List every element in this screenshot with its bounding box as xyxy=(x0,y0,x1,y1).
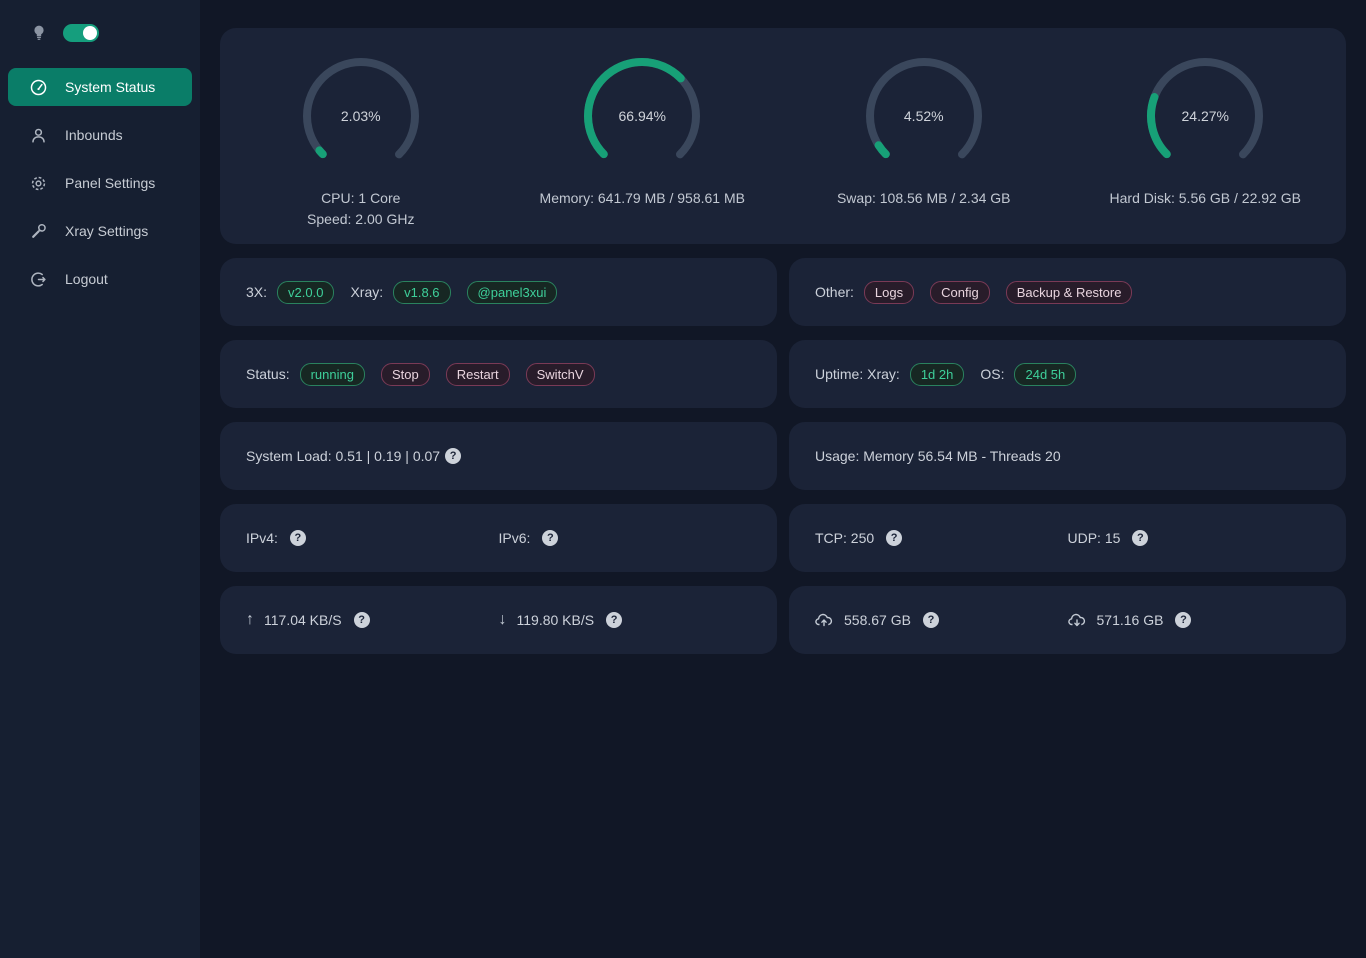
sidebar-item-label: Logout xyxy=(65,271,108,287)
gauge-swap: 4.52% Swap: 108.56 MB / 2.34 GB xyxy=(783,56,1065,209)
sidebar-item-panel-settings[interactable]: Panel Settings xyxy=(8,164,192,202)
sidebar-item-label: Panel Settings xyxy=(65,175,155,191)
gauge-percent: 24.27% xyxy=(1145,56,1265,176)
dark-mode-toggle[interactable] xyxy=(63,24,99,42)
sidebar-item-xray-settings[interactable]: Xray Settings xyxy=(8,212,192,250)
download-total-text: 571.16 GB xyxy=(1097,612,1164,628)
sidebar-item-inbounds[interactable]: Inbounds xyxy=(8,116,192,154)
help-icon[interactable]: ? xyxy=(542,530,558,546)
connections-card: TCP: 250 ? UDP: 15 ? xyxy=(789,504,1346,572)
stop-button[interactable]: Stop xyxy=(381,363,430,386)
bulb-icon xyxy=(31,24,47,42)
help-icon[interactable]: ? xyxy=(354,612,370,628)
main-content: 2.03% CPU: 1 CoreSpeed: 2.00 GHz 66.94% … xyxy=(200,0,1366,958)
help-icon[interactable]: ? xyxy=(886,530,902,546)
3x-version-tag[interactable]: v2.0.0 xyxy=(277,281,334,304)
switch-version-button[interactable]: SwitchV xyxy=(526,363,595,386)
xray-status-card: Status: running Stop Restart SwitchV xyxy=(220,340,777,408)
gauge-label: Swap: 108.56 MB / 2.34 GB xyxy=(837,188,1011,209)
other-label: Other: xyxy=(815,284,854,300)
udp-count-text: UDP: 15 xyxy=(1068,530,1121,546)
gauge-label: Memory: 641.79 MB / 958.61 MB xyxy=(540,188,745,209)
upload-arrow-icon: ↑ xyxy=(246,611,254,629)
help-icon[interactable]: ? xyxy=(290,530,306,546)
sidebar-item-label: Xray Settings xyxy=(65,223,148,239)
dashboard-icon xyxy=(30,79,47,96)
restart-button[interactable]: Restart xyxy=(446,363,510,386)
backup-restore-tag[interactable]: Backup & Restore xyxy=(1006,281,1133,304)
help-icon[interactable]: ? xyxy=(445,448,461,464)
logout-icon xyxy=(30,271,47,288)
system-load-text: System Load: 0.51 | 0.19 | 0.07 xyxy=(246,448,440,464)
ipv4-label: IPv4: xyxy=(246,530,278,546)
uptime-os-badge: 24d 5h xyxy=(1014,363,1076,386)
uptime-xray-badge: 1d 2h xyxy=(910,363,965,386)
toggle-knob xyxy=(83,26,97,40)
usage-text: Usage: Memory 56.54 MB - Threads 20 xyxy=(815,448,1061,464)
system-load-card: System Load: 0.51 | 0.19 | 0.07 ? xyxy=(220,422,777,490)
other-card: Other: Logs Config Backup & Restore xyxy=(789,258,1346,326)
upload-speed-text: 117.04 KB/S xyxy=(264,612,342,628)
xray-version-tag[interactable]: v1.8.6 xyxy=(393,281,450,304)
user-icon xyxy=(30,127,47,144)
speed-card: ↑ 117.04 KB/S ? ↓ 119.80 KB/S ? xyxy=(220,586,777,654)
help-icon[interactable]: ? xyxy=(1132,530,1148,546)
uptime-xray-label: Uptime: Xray: xyxy=(815,366,900,382)
help-icon[interactable]: ? xyxy=(1175,612,1191,628)
sidebar-item-system-status[interactable]: System Status xyxy=(8,68,192,106)
status-label: Status: xyxy=(246,366,290,382)
help-icon[interactable]: ? xyxy=(606,612,622,628)
cloud-download-icon xyxy=(1068,612,1086,628)
download-arrow-icon: ↓ xyxy=(499,611,507,629)
3x-label: 3X: xyxy=(246,284,267,300)
ip-card: IPv4: ? IPv6: ? xyxy=(220,504,777,572)
sidebar-item-label: System Status xyxy=(65,79,155,95)
gauge-percent: 2.03% xyxy=(301,56,421,176)
gauge-memory: 66.94% Memory: 641.79 MB / 958.61 MB xyxy=(502,56,784,209)
version-card: 3X: v2.0.0 Xray: v1.8.6 @panel3xui xyxy=(220,258,777,326)
gear-icon xyxy=(30,175,47,192)
uptime-card: Uptime: Xray: 1d 2h OS: 24d 5h xyxy=(789,340,1346,408)
gauge-label: CPU: 1 CoreSpeed: 2.00 GHz xyxy=(307,188,414,230)
usage-card: Usage: Memory 56.54 MB - Threads 20 xyxy=(789,422,1346,490)
sidebar-item-logout[interactable]: Logout xyxy=(8,260,192,298)
cloud-upload-icon xyxy=(815,612,833,628)
sidebar-item-label: Inbounds xyxy=(65,127,123,143)
sidebar-menu: System Status Inbounds Panel Settings xyxy=(0,68,200,298)
telegram-tag[interactable]: @panel3xui xyxy=(467,281,558,304)
help-icon[interactable]: ? xyxy=(923,612,939,628)
upload-total-text: 558.67 GB xyxy=(844,612,911,628)
logs-tag[interactable]: Logs xyxy=(864,281,914,304)
config-tag[interactable]: Config xyxy=(930,281,990,304)
gauge-percent: 4.52% xyxy=(864,56,984,176)
uptime-os-label: OS: xyxy=(980,366,1004,382)
sidebar: System Status Inbounds Panel Settings xyxy=(0,0,200,958)
download-speed-text: 119.80 KB/S xyxy=(517,612,595,628)
tcp-count-text: TCP: 250 xyxy=(815,530,874,546)
traffic-total-card: 558.67 GB ? 571.16 GB ? xyxy=(789,586,1346,654)
xray-label: Xray: xyxy=(350,284,383,300)
gauge-cpu: 2.03% CPU: 1 CoreSpeed: 2.00 GHz xyxy=(220,56,502,230)
wrench-icon xyxy=(30,223,47,240)
resource-gauges-card: 2.03% CPU: 1 CoreSpeed: 2.00 GHz 66.94% … xyxy=(220,28,1346,244)
gauge-percent: 66.94% xyxy=(582,56,702,176)
ipv6-label: IPv6: xyxy=(499,530,531,546)
theme-toggle-row xyxy=(0,22,200,44)
gauge-hard-disk: 24.27% Hard Disk: 5.56 GB / 22.92 GB xyxy=(1065,56,1347,209)
status-running-badge: running xyxy=(300,363,365,386)
gauge-label: Hard Disk: 5.56 GB / 22.92 GB xyxy=(1110,188,1301,209)
